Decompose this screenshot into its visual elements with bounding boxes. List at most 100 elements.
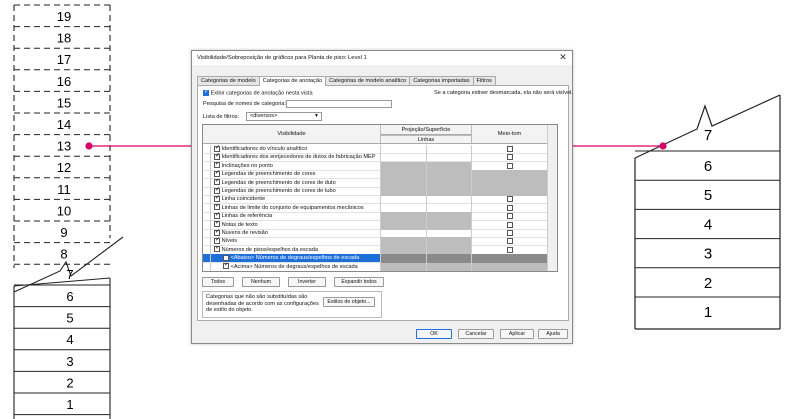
row-visibility-checkbox[interactable] bbox=[214, 229, 220, 236]
close-icon[interactable]: ✕ bbox=[557, 52, 569, 63]
left-lower-step-number: 1 bbox=[66, 397, 73, 412]
row-visibility-checkbox[interactable] bbox=[214, 204, 220, 211]
row-category-name: Níveis bbox=[221, 238, 238, 245]
left-upper-step-number: 11 bbox=[57, 182, 71, 197]
row-halftone-checkbox[interactable] bbox=[506, 154, 513, 161]
row-category-name: Inclinações no ponto bbox=[221, 162, 273, 169]
left-upper-step-number: 18 bbox=[57, 31, 71, 46]
row-lines-cell[interactable] bbox=[427, 262, 472, 271]
left-upper-step-number: 10 bbox=[57, 203, 71, 218]
row-halftone-checkbox[interactable] bbox=[506, 162, 513, 169]
right-step-number: 4 bbox=[704, 216, 712, 233]
left-lower-step-number: 3 bbox=[66, 354, 73, 369]
object-styles-button[interactable]: Estilos de objeto... bbox=[323, 297, 375, 307]
left-upper-step-number: 14 bbox=[57, 117, 71, 132]
row-visibility-checkbox[interactable] bbox=[214, 212, 220, 219]
row-category-name: Identificadores dos enrijecedores de dut… bbox=[221, 154, 376, 161]
left-stair-lower-flight bbox=[13, 277, 111, 419]
left-upper-step-number: 9 bbox=[60, 225, 67, 240]
row-visibility-checkbox[interactable] bbox=[214, 179, 220, 186]
filter-list-select[interactable]: <diversos> ▼ bbox=[246, 112, 322, 121]
row-visibility-checkbox[interactable] bbox=[214, 195, 220, 202]
apply-button[interactable]: Aplicar bbox=[500, 329, 534, 339]
row-halftone-checkbox[interactable] bbox=[506, 146, 513, 152]
categories-grid: Visibilidade Projeção/Superfície Linhas … bbox=[202, 124, 558, 272]
left-lower-step-number: 6 bbox=[66, 289, 73, 304]
tab-analytical-model-categories[interactable]: Categorias de modelo analítico bbox=[325, 76, 411, 85]
right-step-number: 3 bbox=[704, 246, 712, 263]
filter-list-value: <diversos> bbox=[250, 113, 278, 119]
row-category-name: <Acima> Números de degraus/espelhos de e… bbox=[230, 263, 358, 270]
tab-imported-categories[interactable]: Categorias importadas bbox=[409, 76, 474, 85]
row-visibility-checkbox[interactable] bbox=[223, 254, 229, 261]
row-visibility-checkbox[interactable] bbox=[214, 221, 220, 228]
tab-annotation-categories[interactable]: Categorias de anotação bbox=[258, 76, 327, 86]
row-visibility-checkbox[interactable] bbox=[214, 237, 220, 244]
row-visibility-checkbox[interactable] bbox=[214, 145, 220, 152]
row-visibility-checkbox[interactable] bbox=[214, 246, 220, 253]
select-none-button[interactable]: Nenhum bbox=[242, 277, 280, 287]
row-category-name: Nuvens de revisão bbox=[221, 230, 268, 236]
left-stair-lower-labels: 6 5 4 3 2 1 bbox=[66, 289, 73, 412]
row-halftone-checkbox[interactable] bbox=[506, 213, 513, 220]
visibility-graphics-dialog: Visibilidade/Sobreposição de gráficos pa… bbox=[191, 50, 573, 344]
ok-button[interactable]: OK bbox=[416, 329, 452, 339]
row-category-name: <Abaixo> Números de degraus/espelhos de … bbox=[230, 255, 360, 262]
dialog-titlebar: Visibilidade/Sobreposição de gráficos pa… bbox=[192, 51, 572, 65]
show-annotation-row: Exibir categorias de anotação nesta vist… bbox=[203, 88, 313, 97]
row-halftone-cell[interactable] bbox=[472, 262, 548, 271]
row-halftone-checkbox[interactable] bbox=[506, 238, 513, 245]
chevron-down-icon: ▼ bbox=[314, 113, 319, 119]
row-visibility-checkbox[interactable] bbox=[214, 162, 220, 169]
right-step-number: 5 bbox=[704, 187, 712, 204]
left-lower-step-number: 4 bbox=[66, 332, 73, 347]
category-search-input[interactable] bbox=[286, 100, 392, 108]
left-upper-step-number: 16 bbox=[57, 74, 71, 89]
header-visibility[interactable]: Visibilidade bbox=[203, 125, 381, 144]
left-upper-step-number: 12 bbox=[57, 160, 71, 175]
cancel-button[interactable]: Cancelar bbox=[458, 329, 494, 339]
show-annotation-label: Exibir categorias de anotação nesta vist… bbox=[210, 90, 313, 97]
row-category-name: Legendas de preenchimento de cores bbox=[221, 171, 316, 178]
tab-model-categories[interactable]: Categorias de modelo bbox=[197, 76, 260, 85]
select-all-button[interactable]: Todos bbox=[202, 277, 234, 287]
filter-list-label: Lista de filtros: bbox=[203, 114, 240, 120]
table-row[interactable]: <Acima> Números de degraus/espelhos de e… bbox=[203, 262, 548, 271]
show-annotation-checkbox[interactable] bbox=[203, 88, 209, 96]
row-halftone-checkbox[interactable] bbox=[506, 221, 513, 228]
dialog-title: Visibilidade/Sobreposição de gráficos pa… bbox=[197, 55, 367, 61]
right-step-number: 6 bbox=[704, 158, 712, 175]
visibility-hint: Se a categoria estiver desmarcada, ela n… bbox=[434, 90, 573, 96]
row-halftone-checkbox[interactable] bbox=[506, 230, 513, 236]
row-halftone-checkbox[interactable] bbox=[506, 196, 513, 203]
right-stair-break-number: 7 bbox=[704, 127, 712, 144]
row-visibility-checkbox[interactable] bbox=[214, 187, 220, 194]
row-expander[interactable] bbox=[203, 262, 211, 271]
invert-button[interactable]: Inverter bbox=[288, 277, 326, 287]
header-lines[interactable]: Linhas bbox=[381, 135, 472, 144]
row-category-name: Legendas de preenchimento de cores de du… bbox=[221, 179, 336, 186]
row-visibility-checkbox[interactable] bbox=[214, 170, 220, 177]
tab-filters[interactable]: Filtros bbox=[472, 76, 496, 85]
left-upper-step-number: 17 bbox=[57, 52, 71, 67]
header-projection-surface: Projeção/Superfície bbox=[381, 125, 472, 135]
row-visibility-checkbox[interactable] bbox=[214, 153, 220, 160]
row-visibility-checkbox[interactable] bbox=[223, 263, 229, 270]
grid-scrollbar[interactable] bbox=[547, 125, 557, 271]
row-projection-cell[interactable] bbox=[381, 262, 427, 271]
help-button[interactable]: Ajuda bbox=[538, 329, 568, 339]
row-category-name: Linha coincidente bbox=[221, 196, 266, 203]
expand-all-button[interactable]: Expandir todos bbox=[334, 277, 384, 287]
row-category-name: Legendas de preenchimento de cores de tu… bbox=[221, 188, 336, 194]
row-category-name: Números de pisos/espelhos da escada bbox=[221, 246, 318, 253]
header-halftone[interactable]: Meio-tom bbox=[472, 125, 548, 144]
row-category-name: Notas de texto bbox=[221, 221, 258, 228]
right-step-number: 2 bbox=[704, 275, 712, 292]
row-halftone-checkbox[interactable] bbox=[506, 204, 513, 211]
right-step-number: 1 bbox=[704, 304, 712, 321]
left-stair-upper-labels: 19 18 17 16 15 14 13 12 11 10 9 8 bbox=[57, 9, 71, 262]
override-note-text: Categorias que não são substituídas são … bbox=[206, 294, 319, 313]
row-halftone-checkbox[interactable] bbox=[506, 246, 513, 253]
search-label: Pesquisa de nomes de categoria: bbox=[203, 101, 287, 107]
row-category-name: Linhas de referência bbox=[221, 213, 273, 220]
